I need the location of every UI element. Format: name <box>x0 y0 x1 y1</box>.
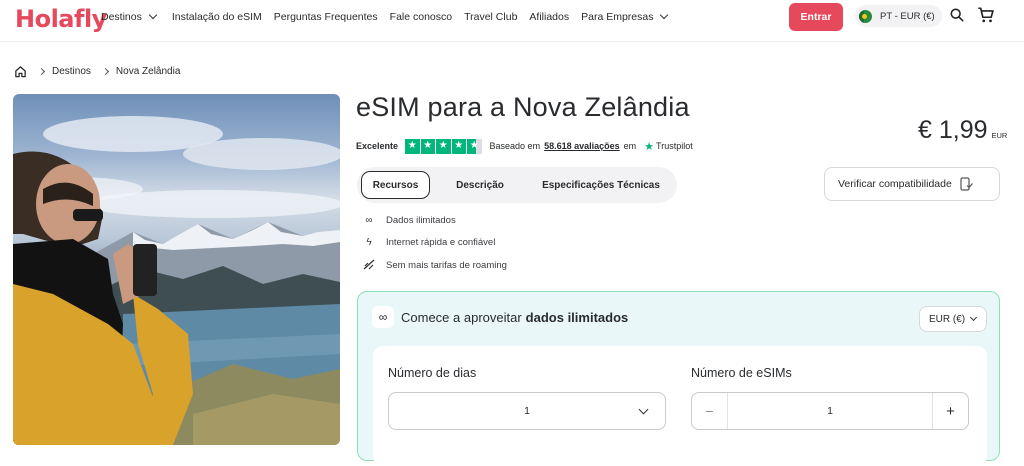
reviews-link[interactable]: 58.618 avaliações <box>544 141 620 151</box>
feature-label: Dados ilimitados <box>386 215 456 226</box>
nav-label: Travel Club <box>464 11 518 23</box>
breadcrumb: Destinos Nova Zelândia <box>14 65 180 78</box>
feature-fast-internet: ϟ Internet rápida e confiável <box>362 237 495 248</box>
star-icon: ★ <box>420 139 436 154</box>
product-hero-image <box>13 94 340 445</box>
feature-unlimited-data: ∞ Dados ilimitados <box>362 215 456 226</box>
based-on-suffix: em <box>623 141 637 152</box>
main-nav: Destinos Instalação do eSIM Perguntas Fr… <box>101 0 669 34</box>
heading-prefix: Comece a aproveitar <box>401 309 522 325</box>
breadcrumb-current: Nova Zelândia <box>115 66 181 77</box>
product-price: € 1,99 EUR <box>918 116 1007 145</box>
tab-especificacoes[interactable]: Especificações Técnicas <box>533 171 669 199</box>
compatibility-label: Verificar compatibilidade <box>838 178 952 190</box>
feature-no-roaming: Sem mais tarifas de roaming <box>362 259 507 271</box>
minus-button[interactable]: − <box>692 393 728 429</box>
no-roaming-icon <box>363 259 375 270</box>
chevron-right-icon <box>37 67 46 76</box>
plus-button[interactable]: + <box>932 393 968 429</box>
product-tabs: Recursos Descrição Especificações Técnic… <box>357 167 677 203</box>
infinity-icon: ∞ <box>365 215 373 226</box>
language-label: PT - EUR (€) <box>880 10 935 22</box>
nav-afiliados[interactable]: Afiliados <box>529 11 569 23</box>
star-icon: ★ <box>451 139 467 154</box>
cart-icon[interactable] <box>977 6 995 24</box>
search-icon[interactable] <box>950 8 964 22</box>
price-value: € 1,99 <box>918 116 988 144</box>
star-half-icon: ★ <box>467 139 482 154</box>
infinity-icon: ∞ <box>372 306 394 328</box>
nav-label: Instalação do eSIM <box>171 11 262 23</box>
lightning-icon: ϟ <box>366 237 372 248</box>
days-select[interactable]: 1 <box>388 392 666 430</box>
home-icon[interactable] <box>14 65 27 78</box>
chevron-down-icon <box>660 10 669 20</box>
chevron-right-icon <box>101 67 109 76</box>
chevron-down-icon <box>970 313 978 321</box>
language-selector[interactable]: PT - EUR (€) <box>855 5 942 27</box>
nav-instalacao[interactable]: Instalação do eSIM <box>172 11 262 23</box>
days-value: 1 <box>524 405 530 417</box>
heading-bold: dados ilimitados <box>525 309 629 325</box>
esims-stepper: − 1 + <box>691 392 969 430</box>
feature-label: Sem mais tarifas de roaming <box>386 259 507 271</box>
phone-check-icon <box>960 177 973 191</box>
nav-destinos[interactable]: Destinos <box>101 10 158 23</box>
nav-label: Perguntas Frequentes <box>273 11 378 23</box>
trustpilot-stars: ★ ★ ★ ★ ★ <box>405 139 483 154</box>
chevron-down-icon <box>638 404 649 415</box>
nav-label: Para Empresas <box>581 11 654 23</box>
nav-label: Fale conosco <box>389 11 453 23</box>
portugal-flag-icon <box>859 9 872 23</box>
login-button[interactable]: Entrar <box>789 3 843 31</box>
currency-value: EUR (€) <box>929 313 966 325</box>
days-label: Número de dias <box>388 366 477 380</box>
star-icon: ★ <box>436 139 451 154</box>
product-title: eSIM para a Nova Zelândia <box>356 92 690 122</box>
chevron-down-icon <box>148 10 158 20</box>
plan-options: Número de dias 1 Número de eSIMs − 1 + <box>373 346 987 466</box>
holafly-logo[interactable]: Holafly <box>15 5 107 33</box>
currency-select[interactable]: EUR (€) <box>919 306 987 332</box>
based-on-text: Baseado em <box>489 141 541 152</box>
site-header: Holafly Destinos Instalação do eSIM Perg… <box>0 0 1024 42</box>
nav-fale-conosco[interactable]: Fale conosco <box>390 11 452 23</box>
compatibility-button[interactable]: Verificar compatibilidade <box>824 167 1000 201</box>
trustpilot-star-icon: ★ <box>644 140 655 153</box>
feature-label: Internet rápida e confiável <box>386 237 496 248</box>
trustpilot-label: Trustpilot <box>656 141 693 152</box>
nav-perguntas[interactable]: Perguntas Frequentes <box>274 11 378 23</box>
nav-para-empresas[interactable]: Para Empresas <box>581 10 669 23</box>
plan-card: ∞ Comece a aproveitar dados ilimitados E… <box>357 291 1000 466</box>
new-zealand-landscape-image <box>13 116 340 445</box>
star-icon: ★ <box>405 139 420 154</box>
esims-value[interactable]: 1 <box>827 405 833 417</box>
nav-travel-club[interactable]: Travel Club <box>464 11 517 23</box>
tab-recursos[interactable]: Recursos <box>361 171 430 199</box>
breadcrumb-destinos[interactable]: Destinos <box>52 66 91 77</box>
price-currency: EUR <box>991 131 1008 140</box>
rating-row: Excelente ★ ★ ★ ★ ★ Baseado em 58.618 av… <box>356 139 693 154</box>
nav-label: Afiliados <box>529 11 570 23</box>
nav-label: Destinos <box>101 11 142 23</box>
esims-label: Número de eSIMs <box>691 366 792 380</box>
tab-descricao[interactable]: Descrição <box>442 171 518 199</box>
plan-card-heading: ∞ Comece a aproveitar dados ilimitados <box>372 306 628 328</box>
rating-label: Excelente <box>356 141 399 152</box>
